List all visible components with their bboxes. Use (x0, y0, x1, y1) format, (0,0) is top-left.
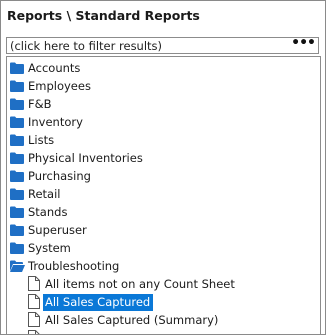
tree-report-label: All Sales Captured (Summary) (45, 313, 219, 327)
tree-folder-label: Troubleshooting (28, 259, 120, 273)
tree-folder-label: Lists (28, 133, 55, 147)
tree-folder-label: F&B (28, 97, 52, 111)
tree-report-label: All items not on any Count Sheet (45, 277, 235, 291)
folder-icon (10, 98, 24, 110)
tree-folder-label: Inventory (28, 115, 83, 129)
folder-icon (10, 188, 24, 200)
tree-folder-label: Physical Inventories (28, 151, 143, 165)
document-icon (28, 294, 40, 309)
reports-panel: Reports \ Standard Reports (click here t… (0, 0, 326, 335)
folder-icon (10, 152, 24, 164)
tree-folder-label: Purchasing (28, 169, 91, 183)
folder-icon (10, 134, 24, 146)
folder-icon (10, 224, 24, 236)
folder-open-icon (10, 260, 25, 272)
folder-icon (10, 170, 24, 182)
document-icon (28, 276, 40, 291)
folder-icon (10, 80, 24, 92)
folder-icon (10, 116, 24, 128)
filter-input[interactable]: (click here to filter results) ••• (6, 35, 319, 54)
folder-icon (10, 62, 24, 74)
tree-folder-label: Stands (28, 205, 68, 219)
tree-report-label: All Sales Captured (43, 294, 154, 311)
page-title: Reports \ Standard Reports (7, 8, 200, 23)
tree-folder-label: Superuser (28, 223, 87, 237)
tree-folder-label: Accounts (28, 61, 81, 75)
filter-placeholder: (click here to filter results) (10, 39, 163, 53)
tree-folder-label: Retail (28, 187, 61, 201)
document-icon (28, 312, 40, 327)
more-options-button[interactable]: ••• (291, 35, 316, 51)
tree-folder-label: System (28, 241, 71, 255)
folder-icon (10, 242, 24, 254)
document-icon (28, 330, 40, 334)
folder-icon (10, 206, 24, 218)
report-tree: Accounts Employees F&B Inventory Lists P… (6, 56, 321, 334)
tree-folder-label: Employees (28, 79, 91, 93)
